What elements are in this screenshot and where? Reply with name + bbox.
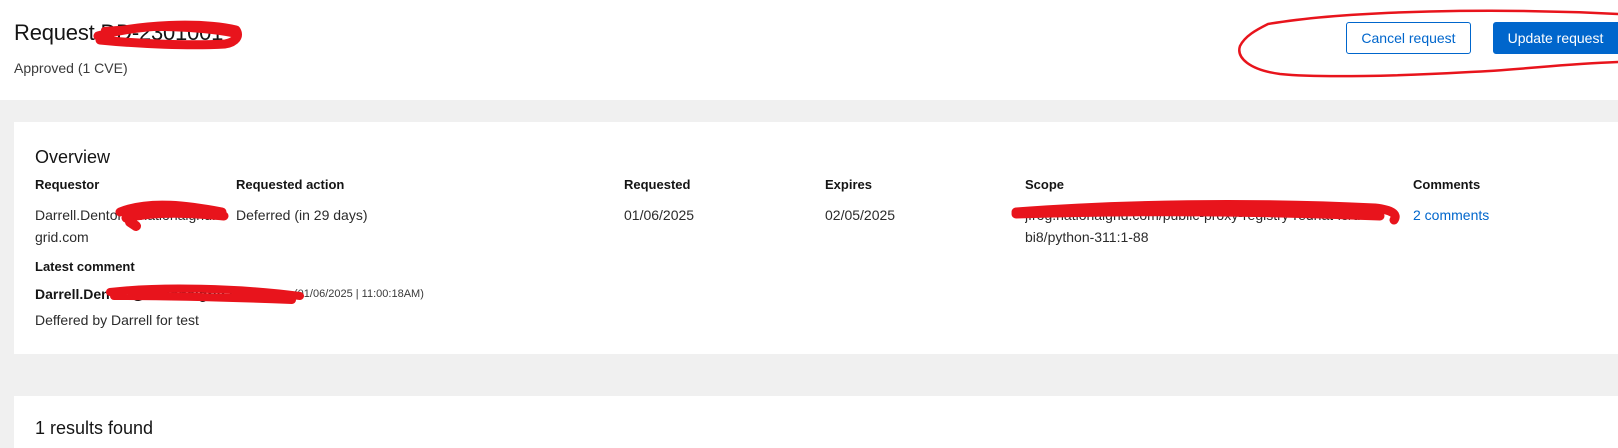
requested-date-label: Requested (624, 177, 691, 192)
requestor-value-line1: Darrell.Denton@nationalgrid. (35, 207, 216, 223)
requestor-value-line2: grid.com (35, 229, 89, 245)
comments-link[interactable]: 2 comments (1413, 204, 1489, 226)
update-request-button[interactable]: Update request (1493, 22, 1618, 54)
overview-title: Overview (35, 147, 111, 167)
requested-action-label: Requested action (236, 177, 345, 192)
results-count: 1 results found (35, 418, 154, 438)
expires-label: Expires (825, 177, 872, 192)
scope-value: jfrog.nationalgrid.com/public-proxy-regi… (1025, 204, 1405, 248)
requested-date-value: 01/06/2025 (624, 207, 695, 223)
request-status: Approved (1 CVE) (14, 60, 128, 76)
scope-label: Scope (1025, 177, 1065, 192)
requested-action-value: Deferred (in 29 days) (236, 207, 368, 223)
cancel-request-button[interactable]: Cancel request (1346, 22, 1471, 54)
requestor-value: Darrell.Denton@nationalgrid. grid.com (35, 204, 225, 248)
overview-card: Overview Requestor Darrell.Denton@nation… (14, 122, 1618, 354)
results-card: 1 results found (14, 396, 1618, 448)
comment-timestamp: (01/06/2025 | 11:00:18AM) (294, 288, 424, 300)
comments-label: Comments (1413, 177, 1481, 192)
requestor-label: Requestor (35, 177, 100, 192)
page-header: Request DD-2301001 Approved (1 CVE) Canc… (0, 0, 1618, 100)
scope-value-line2: bi8/python-311:1-88 (1025, 229, 1149, 245)
comment-text: Deffered by Darrell for test (35, 312, 199, 328)
expires-value: 02/05/2025 (825, 207, 896, 223)
comment-author: Darrell.Denton@nationalgrid.com (35, 286, 258, 302)
page-title: Request DD-2301001 (14, 20, 224, 45)
scope-value-line1: jfrog.nationalgrid.com/public-proxy-regi… (1025, 207, 1361, 223)
latest-comment-label: Latest comment (35, 259, 135, 274)
